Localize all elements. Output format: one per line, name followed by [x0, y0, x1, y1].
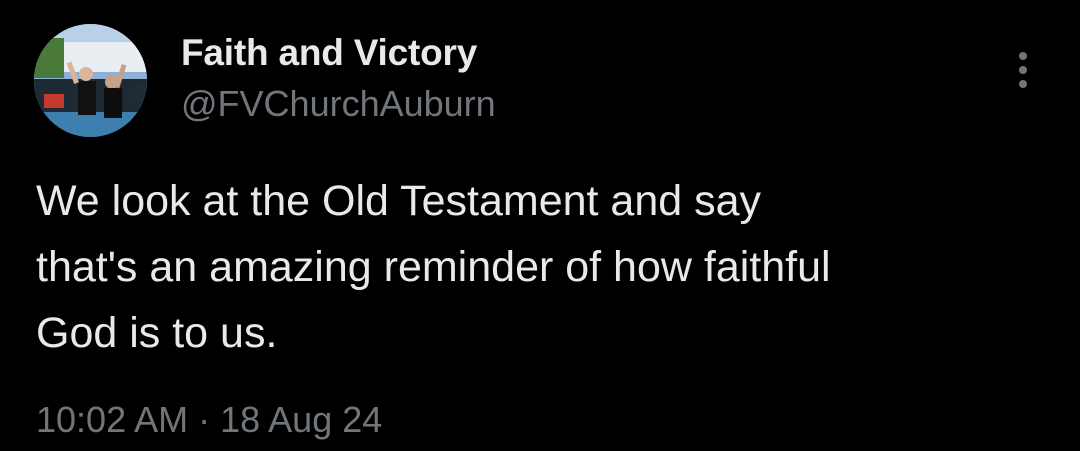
more-options-button[interactable] — [1006, 48, 1040, 92]
tweet-card: Faith and Victory @FVChurchAuburn We loo… — [0, 0, 1080, 451]
tweet-time[interactable]: 10:02 AM — [36, 399, 188, 440]
tweet-text: We look at the Old Testament and say tha… — [36, 177, 831, 357]
author-handle[interactable]: @FVChurchAuburn — [181, 83, 496, 125]
tweet-date[interactable]: 18 Aug 24 — [220, 399, 382, 440]
author-avatar[interactable] — [34, 24, 147, 137]
timestamp-separator: · — [198, 399, 211, 440]
tweet-timestamp[interactable]: 10:02 AM · 18 Aug 24 — [36, 399, 382, 441]
avatar-photo-icon — [34, 24, 147, 137]
more-vertical-icon — [1019, 52, 1027, 88]
author-display-name[interactable]: Faith and Victory — [181, 32, 477, 74]
